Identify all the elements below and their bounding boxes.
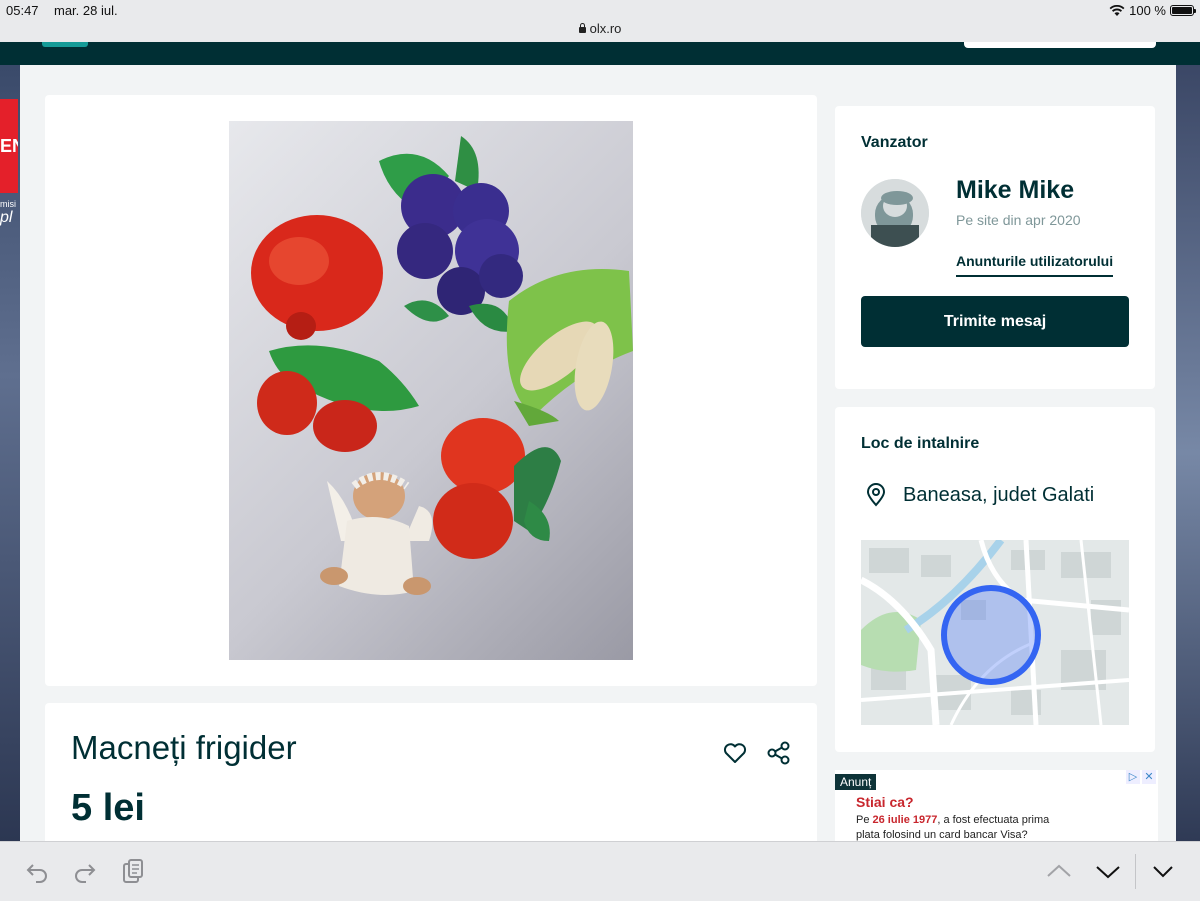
wifi-icon (1109, 4, 1125, 16)
member-since: Pe site din apr 2020 (956, 212, 1081, 228)
seller-name: Mike Mike (956, 176, 1075, 204)
listing-photo[interactable] (229, 121, 633, 660)
left-ad-red-block: EN (0, 99, 18, 193)
send-message-button[interactable]: Trimite mesaj (861, 296, 1129, 347)
site-header (0, 42, 1200, 65)
ad-tag: Anunț (835, 774, 877, 790)
status-date: mar. 28 iul. (54, 3, 118, 18)
bottom-toolbar (0, 841, 1200, 901)
header-search-box[interactable] (964, 42, 1156, 48)
seller-card: Vanzator Mike Mike Pe site din apr 2020 … (835, 106, 1155, 389)
undo-icon[interactable] (24, 858, 50, 884)
dismiss-keyboard-icon[interactable] (1150, 858, 1176, 884)
heart-icon[interactable] (721, 739, 749, 767)
ad-headline: Stiai ca? (856, 794, 914, 810)
seller-section-label: Vanzator (861, 134, 928, 151)
ad-text-line-2: plata folosind un card bancar Visa? (856, 829, 1028, 841)
page-content: Macneți frigider 5 lei Vanzator Mike Mik… (20, 65, 1176, 853)
listing-price: 5 lei (71, 787, 145, 829)
olx-logo[interactable] (42, 42, 88, 47)
map-image (861, 540, 1129, 725)
redo-icon[interactable] (72, 858, 98, 884)
listing-title: Macneți frigider (71, 729, 297, 766)
sponsored-ad[interactable]: Anunț ▷ ✕ Stiai ca? Pe 26 iulie 1977, a … (835, 770, 1158, 841)
clipboard-icon[interactable] (120, 858, 146, 884)
adchoices-icon[interactable]: ▷ (1126, 770, 1140, 784)
user-ads-link[interactable]: Anunturile utilizatorului (956, 253, 1114, 277)
left-skyscraper-ad[interactable]: EN misi pl (0, 65, 20, 841)
close-ad-icon[interactable]: ✕ (1142, 770, 1156, 784)
ad-text-line-1: Pe 26 iulie 1977, a fost efectuata prima (856, 814, 1050, 826)
map-pin-icon (866, 483, 886, 507)
location-card: Loc de intalnire Baneasa, judet Galati (835, 407, 1155, 752)
address-url: olx.ro (589, 21, 622, 36)
fridge-magnets-image (251, 136, 633, 595)
status-bar: 05:47 mar. 28 iul. olx.ro 100 % (0, 0, 1200, 42)
user-avatar-icon (861, 179, 929, 247)
location-map[interactable] (861, 540, 1129, 725)
battery-percent: 100 % (1129, 3, 1166, 18)
share-icon[interactable] (765, 739, 793, 767)
status-indicators: 100 % (1109, 3, 1196, 18)
battery-icon (1170, 5, 1196, 16)
listing-summary: Macneți frigider 5 lei (45, 703, 817, 853)
chevron-down-icon[interactable] (1095, 858, 1121, 884)
address-bar[interactable]: olx.ro (0, 21, 1200, 36)
location-place: Baneasa, judet Galati (903, 484, 1095, 506)
chevron-up-icon[interactable] (1046, 858, 1072, 884)
adchoices-controls[interactable]: ▷ ✕ (1126, 770, 1156, 784)
left-ad-text-1: misi (0, 199, 16, 209)
lock-icon (578, 23, 586, 33)
toolbar-divider (1135, 854, 1136, 889)
photo-gallery (45, 95, 817, 686)
left-ad-text-2: pl (0, 209, 13, 226)
status-time: 05:47 (6, 3, 39, 18)
location-section-label: Loc de intalnire (861, 435, 980, 452)
avatar[interactable] (861, 179, 929, 247)
right-skyscraper-ad[interactable] (1176, 65, 1200, 841)
